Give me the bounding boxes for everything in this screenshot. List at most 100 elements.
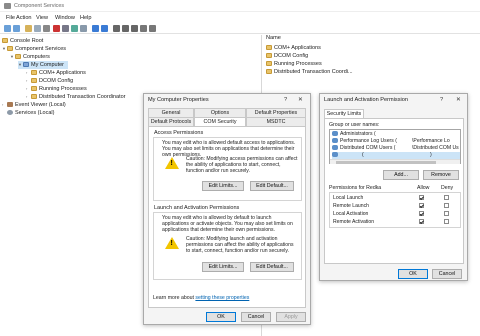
tab-options[interactable]: Options bbox=[194, 108, 246, 117]
menu-window[interactable]: Window bbox=[55, 15, 75, 21]
list-icon[interactable] bbox=[113, 25, 120, 32]
access-edit-default-button[interactable]: Edit Default... bbox=[250, 181, 294, 191]
deny-local-launch-checkbox[interactable] bbox=[444, 195, 449, 200]
user-icon bbox=[332, 152, 338, 157]
launch-edit-limits-button[interactable]: Edit Limits... bbox=[202, 262, 244, 272]
help-icon[interactable] bbox=[92, 25, 99, 32]
access-permissions-group: You may edit who is allowed default acce… bbox=[153, 137, 302, 201]
tab-com-security[interactable]: COM Security bbox=[194, 117, 246, 126]
large-icons-icon[interactable] bbox=[131, 25, 138, 32]
tab-default-protocols[interactable]: Default Protocols bbox=[148, 117, 194, 126]
tab-general[interactable]: General bbox=[148, 108, 194, 117]
tree-running-processes[interactable]: › Running Processes bbox=[26, 85, 87, 93]
launch-description: You may edit who is allowed by default t… bbox=[162, 215, 293, 234]
properties-icon[interactable] bbox=[62, 25, 69, 32]
tab-default-properties[interactable]: Default Properties bbox=[246, 108, 306, 117]
tree-dcom-config[interactable]: › DCOM Config bbox=[26, 77, 73, 85]
folder-icon bbox=[15, 54, 21, 59]
cancel-button[interactable]: Cancel bbox=[241, 312, 271, 322]
cancel-button[interactable]: Cancel bbox=[432, 269, 462, 279]
tab-msdtc[interactable]: MSDTC bbox=[246, 117, 306, 126]
export-icon[interactable] bbox=[80, 25, 87, 32]
learn-more-link[interactable]: setting these properties bbox=[195, 295, 249, 301]
tree-services[interactable]: Services (Local) bbox=[2, 109, 54, 117]
list-item[interactable]: Distributed COM Users (\Distributed COM … bbox=[332, 145, 460, 152]
title-bar: Component Services bbox=[0, 0, 480, 12]
menu-view[interactable]: View bbox=[36, 15, 48, 21]
ok-button[interactable]: OK bbox=[206, 312, 236, 322]
permissions-header: Permissions for Redka bbox=[329, 185, 382, 191]
delete-icon[interactable] bbox=[53, 25, 60, 32]
launch-permissions-group: You may edit who is allowed by default t… bbox=[153, 212, 302, 280]
deny-remote-activation-checkbox[interactable] bbox=[444, 219, 449, 224]
my-computer-properties-dialog: My Computer Properties ? ✕ General Optio… bbox=[143, 93, 311, 325]
close-icon[interactable]: ✕ bbox=[298, 97, 303, 103]
tree-event-viewer[interactable]: › Event Viewer (Local) bbox=[2, 101, 66, 109]
tree-my-computer[interactable]: ▼ My Computer bbox=[18, 61, 69, 69]
view-icon[interactable] bbox=[101, 25, 108, 32]
toolbar bbox=[0, 23, 480, 34]
folder-icon bbox=[7, 46, 13, 51]
deny-local-activation-checkbox[interactable] bbox=[444, 211, 449, 216]
user-list: Administrators ( Performance Log Users (… bbox=[329, 129, 461, 164]
menu-bar: File Action View Window Help bbox=[0, 13, 480, 23]
menu-action[interactable]: Action bbox=[16, 15, 32, 21]
list-item[interactable]: () bbox=[332, 152, 460, 159]
tree-dtc[interactable]: › Distributed Transaction Coordinator bbox=[26, 93, 126, 101]
deny-remote-launch-checkbox[interactable] bbox=[444, 203, 449, 208]
folder-icon bbox=[31, 70, 37, 75]
tree-computers[interactable]: ▼ Computers bbox=[10, 53, 50, 61]
list-item[interactable]: Administrators ( bbox=[332, 131, 460, 138]
ok-button[interactable]: OK bbox=[398, 269, 428, 279]
permission-local-activation: Local Activation bbox=[333, 211, 369, 217]
remove-button[interactable]: Remove bbox=[423, 170, 459, 180]
help-icon[interactable]: ? bbox=[284, 97, 287, 103]
launch-caution: Caution: Modifying launch and activation… bbox=[186, 236, 294, 255]
allow-remote-activation-checkbox[interactable] bbox=[419, 219, 424, 224]
list-item[interactable]: COM+ Applications bbox=[266, 44, 321, 52]
list-item[interactable]: Running Processes bbox=[266, 60, 322, 68]
horizontal-scrollbar[interactable] bbox=[330, 159, 460, 164]
tree-com-apps[interactable]: › COM+ Applications bbox=[26, 69, 86, 77]
access-edit-limits-button[interactable]: Edit Limits... bbox=[202, 181, 244, 191]
folder-icon bbox=[31, 78, 37, 83]
folder-icon bbox=[31, 94, 37, 99]
tree-icon[interactable] bbox=[140, 25, 147, 32]
close-icon[interactable]: ✕ bbox=[456, 97, 461, 103]
list-item[interactable]: Performance Log Users (\Performance Lo bbox=[332, 138, 460, 145]
folder-icon bbox=[266, 61, 272, 66]
show-tree-icon[interactable] bbox=[34, 25, 41, 32]
tree-component-services[interactable]: ▼ Component Services bbox=[2, 45, 66, 53]
settings-icon[interactable] bbox=[149, 25, 156, 32]
tab-security-limits[interactable]: Security Limits bbox=[324, 109, 364, 118]
menu-file[interactable]: File bbox=[6, 15, 15, 21]
launch-permissions-title: Launch and Activation Permissions bbox=[154, 205, 240, 211]
folder-icon bbox=[266, 69, 272, 74]
folder-icon bbox=[266, 45, 272, 50]
list-item[interactable]: Distributed Transaction Coordi... bbox=[266, 68, 353, 76]
allow-local-launch-checkbox[interactable] bbox=[419, 195, 424, 200]
warning-icon bbox=[165, 157, 179, 169]
column-header-name[interactable]: Name bbox=[266, 35, 281, 41]
add-button[interactable]: Add... bbox=[383, 170, 419, 180]
group-icon bbox=[332, 131, 338, 136]
list-item[interactable]: DCOM Config bbox=[266, 52, 308, 60]
back-icon[interactable] bbox=[4, 25, 11, 32]
apply-button[interactable]: Apply bbox=[276, 312, 306, 322]
details-icon[interactable] bbox=[122, 25, 129, 32]
event-viewer-icon bbox=[7, 102, 13, 107]
group-icon bbox=[332, 138, 338, 143]
com-security-panel: Access Permissions You may edit who is a… bbox=[148, 126, 306, 308]
up-icon[interactable] bbox=[25, 25, 32, 32]
help-icon[interactable]: ? bbox=[440, 97, 443, 103]
menu-help[interactable]: Help bbox=[80, 15, 92, 21]
refresh-icon[interactable] bbox=[71, 25, 78, 32]
folder-icon bbox=[31, 86, 37, 91]
forward-icon[interactable] bbox=[13, 25, 20, 32]
tree-console-root[interactable]: Console Root bbox=[2, 37, 43, 45]
copy-icon[interactable] bbox=[43, 25, 50, 32]
allow-local-activation-checkbox[interactable] bbox=[419, 211, 424, 216]
folder-icon bbox=[266, 53, 272, 58]
launch-edit-default-button[interactable]: Edit Default... bbox=[250, 262, 294, 272]
allow-remote-launch-checkbox[interactable] bbox=[419, 203, 424, 208]
